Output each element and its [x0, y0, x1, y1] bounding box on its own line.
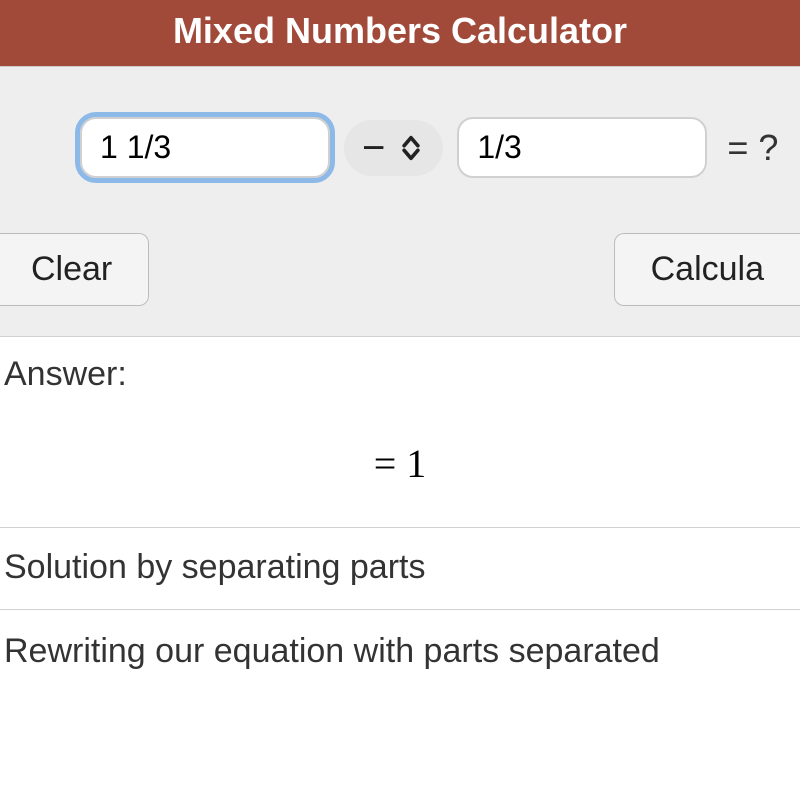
page-title: Mixed Numbers Calculator	[0, 0, 800, 66]
input-row: − = ?	[0, 117, 800, 178]
rewrite-text: Rewriting our equation with parts separa…	[0, 609, 800, 693]
operator-sign: −	[362, 128, 385, 168]
clear-button[interactable]: Clear	[0, 233, 149, 306]
first-number-input[interactable]	[80, 117, 330, 178]
solution-heading: Solution by separating parts	[0, 527, 800, 609]
results-area: Answer: = 1 Solution by separating parts…	[0, 337, 800, 693]
calculate-button[interactable]: Calcula	[614, 233, 800, 306]
calculator-panel: − = ? Clear Calcula	[0, 66, 800, 337]
answer-value: = 1	[0, 412, 800, 527]
answer-label: Answer:	[0, 355, 800, 412]
chevron-updown-icon	[397, 132, 425, 164]
button-row: Clear Calcula	[0, 233, 800, 306]
second-number-input[interactable]	[457, 117, 707, 178]
equals-label: = ?	[727, 127, 778, 169]
operator-select[interactable]: −	[344, 120, 443, 176]
